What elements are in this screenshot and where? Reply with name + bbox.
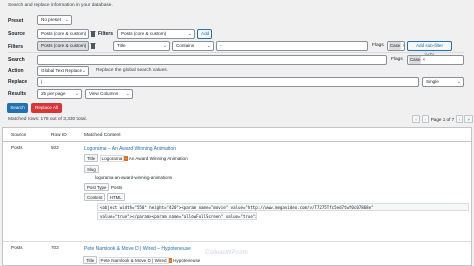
chevron-down-icon: ⌄ — [81, 68, 86, 74]
content-pill: Content — [84, 193, 106, 201]
preset-value: No preset — [41, 17, 61, 22]
search-flags-label: Flags — [391, 57, 403, 62]
action-value: Global Text Replace — [41, 68, 83, 73]
replace-label: Replace — [8, 79, 28, 85]
title-pill: Title — [84, 154, 99, 162]
action-description: Replace the global search values. — [96, 68, 168, 73]
title-after: Hypoteneuse — [173, 258, 201, 263]
filters-label: Filters — [8, 44, 24, 50]
view-columns-select[interactable]: View Columns ⌄ — [85, 89, 133, 99]
chevron-down-icon: ⌄ — [187, 31, 192, 37]
preset-select[interactable]: No preset ⌄ — [37, 15, 72, 25]
source-value: Posts (core & custom) — [41, 31, 87, 36]
source-select[interactable]: Posts (core & custom) — [37, 29, 89, 39]
title-after: An Award Winning Animation — [128, 156, 188, 161]
pagination-page-of: Page 1 of 7 — [430, 117, 455, 122]
view-columns-value: View Columns — [89, 91, 119, 96]
filter-value-text: - — [220, 43, 222, 48]
html-pill: HTML — [106, 193, 125, 201]
source-label: Source — [8, 31, 25, 37]
filters-source-value: Posts (core & custom) — [121, 31, 167, 36]
pagination-first-button[interactable]: « — [412, 115, 421, 123]
search-input[interactable] — [37, 55, 387, 65]
results-label: Results — [8, 91, 27, 97]
slug-value: logorama-an-award-winning-animations — [95, 175, 173, 180]
row-id: 503 — [51, 145, 59, 150]
title-before[interactable]: Logorama — [99, 155, 125, 162]
filters-inline-label: Filters — [98, 31, 114, 37]
filter-column-value: Title — [117, 43, 126, 48]
filter-source-tag-value: Posts (core & custom) — [41, 43, 87, 48]
table-row: Posts 503 Logorama – An Award Winning An… — [3, 142, 471, 245]
replace-input-text: | — [41, 79, 43, 84]
action-label: Action — [8, 68, 24, 74]
row2-title-line: Title Pete Namlook & Move D | Wired - Hypo… — [83, 256, 200, 265]
title-before[interactable]: Pete Namlook & Move D | Wired — [98, 257, 169, 264]
watermark: CodeasWP.com — [205, 250, 248, 256]
replace-all-button[interactable]: Replace All — [31, 103, 62, 113]
close-icon[interactable]: × — [403, 43, 404, 48]
title-pill: Title — [83, 256, 98, 264]
close-icon[interactable]: × — [423, 57, 426, 62]
filters-source-select[interactable]: Posts (core & custom) ⌄ — [117, 29, 195, 39]
replace-input[interactable]: | — [37, 77, 419, 87]
filter-column-select[interactable]: Title ⌄ — [113, 41, 170, 51]
content-code-line-2: value="true"></param><param name="allowF… — [97, 212, 257, 220]
add-subfilter-button[interactable]: Add sub-filter (OR) — [407, 41, 452, 56]
matched-summary: Matched rows: 178 out of 3,330 total. — [8, 117, 87, 122]
filter-value-input[interactable]: - — [216, 41, 368, 51]
title-highlight[interactable]: - — [124, 156, 128, 161]
replace-mode-value: Single — [426, 79, 439, 84]
chevron-down-icon: ⌄ — [64, 17, 69, 23]
chevron-down-icon: ⌄ — [125, 91, 130, 97]
replace-mode-select[interactable]: Single ⌄ — [422, 77, 464, 87]
pagination: « ‹ Page 1 of 7 › » — [412, 115, 473, 124]
divider — [8, 52, 464, 53]
search-flags-select[interactable]: Case × — [407, 55, 464, 65]
search-flag-case: Case — [409, 56, 422, 64]
column-header-matched[interactable]: Matched Content — [84, 133, 121, 138]
match-posttype-line: Post Type Posts — [84, 183, 122, 192]
results-table: Source Row ID Matched Content Posts 503 … — [2, 127, 472, 266]
trash-icon[interactable] — [90, 30, 96, 37]
chevron-down-icon: ⌄ — [74, 91, 79, 97]
chevron-down-icon: ⌄ — [456, 79, 461, 85]
filter-operator-value: Contains — [176, 43, 195, 48]
filter-operator-select[interactable]: Contains ⌄ — [172, 41, 214, 51]
posttype-pill: Post Type — [84, 183, 110, 191]
column-header-row-id[interactable]: Row ID — [51, 133, 67, 138]
action-select[interactable]: Global Text Replace ⌄ — [37, 66, 89, 76]
match-content-line: Content HTML — [84, 193, 125, 201]
filter-flag-case: Case — [389, 42, 402, 50]
posttype-value: Posts — [110, 185, 123, 190]
row-id: 703 — [51, 245, 59, 250]
chevron-down-icon: ⌄ — [206, 43, 211, 49]
content-code-line-1: <object width="550" height="420"><param … — [97, 203, 469, 211]
row-source: Posts — [11, 245, 23, 250]
pagination-last-button[interactable]: » — [464, 115, 473, 123]
match-slug-line: Slug — [84, 165, 99, 173]
pagination-prev-button[interactable]: ‹ — [421, 115, 430, 123]
pagination-next-button[interactable]: › — [455, 115, 464, 123]
per-page-value: 25 per page — [41, 91, 66, 96]
page-description: Search and replace information in your d… — [8, 3, 113, 8]
row-title-link[interactable]: Pete Namlook & Move D | Wired – Hypotene… — [84, 246, 191, 252]
filter-flags-select[interactable]: Case × — [387, 41, 405, 51]
title-highlight[interactable]: - — [168, 258, 173, 263]
per-page-select[interactable]: 25 per page ⌄ — [37, 89, 82, 99]
search-label: Search — [8, 57, 25, 63]
row-source: Posts — [11, 145, 23, 150]
chevron-down-icon: ⌄ — [162, 43, 167, 49]
add-filter-button[interactable]: Add — [197, 29, 212, 39]
match-title-line: Title Logorama - An Award Winning Animatio… — [84, 154, 188, 163]
search-button[interactable]: Search — [7, 103, 28, 113]
slug-pill: Slug — [84, 165, 99, 173]
trash-icon[interactable] — [90, 42, 96, 49]
filter-flags-label: Flags — [372, 43, 384, 48]
row-title-link[interactable]: Logorama – An Award Winning Animation — [84, 146, 176, 152]
preset-label: Preset — [8, 18, 24, 24]
filter-source-tag[interactable]: Posts (core & custom) — [37, 41, 89, 51]
column-header-source[interactable]: Source — [11, 133, 26, 138]
